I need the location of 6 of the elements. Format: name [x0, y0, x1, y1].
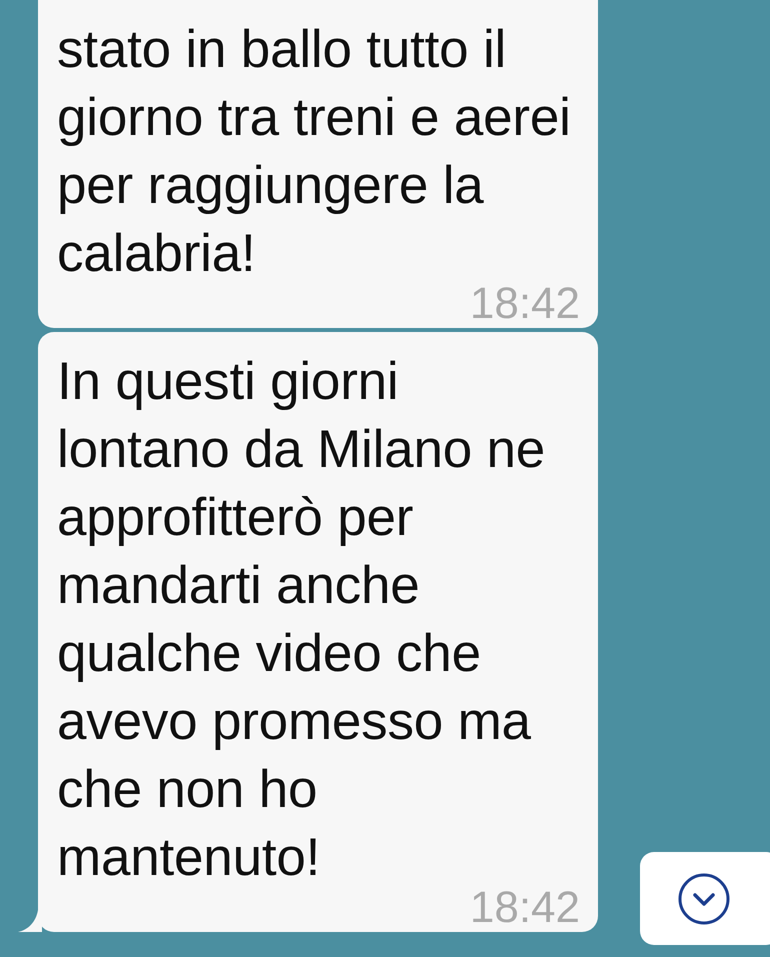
message-time: 18:42 — [470, 892, 580, 924]
scroll-down-button[interactable] — [640, 852, 770, 945]
message-time: 18:42 — [470, 288, 580, 320]
message-text: stato in ballo tutto il giorno tra treni e aerei per raggiungere la calabria! — [57, 19, 572, 285]
message-text: In questi giorni lontano da Milano ne approfitterò per mandarti anche qualche video che avevo promesso ma che non ho mantenuto! — [57, 351, 546, 889]
chevron-down-icon — [678, 872, 730, 924]
